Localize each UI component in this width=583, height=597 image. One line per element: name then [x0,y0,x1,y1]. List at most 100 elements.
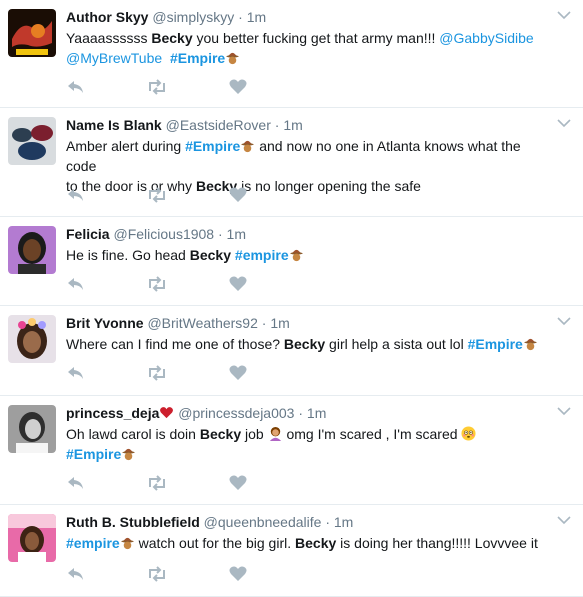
chevron-down-icon[interactable] [557,316,571,326]
avatar[interactable] [8,315,56,363]
timestamp[interactable]: 1m [270,315,289,331]
user-handle[interactable]: @BritWeathers92 [147,315,257,331]
like-icon[interactable] [228,78,248,96]
timestamp[interactable]: 1m [307,405,326,421]
text-segment: is no longer opening the safe [237,178,421,194]
mention-link[interactable]: @GabbySidibe [439,30,533,46]
display-name[interactable]: Ruth B. Stubblefield [66,514,200,530]
tweet-text: Where can I find me one of those? Becky … [66,334,553,354]
tweet-header: Author Skyy @simplyskyy · 1m [66,8,553,26]
tweet[interactable]: Felicia @Felicious1908 · 1m He is fine. … [0,217,583,306]
user-handle[interactable]: @EastsideRover [166,117,271,133]
cowboy-emoji-icon [289,249,303,262]
retweet-icon[interactable] [146,474,166,492]
tweet[interactable]: Brit Yvonne @BritWeathers92 · 1m Where c… [0,306,583,396]
tweet-text: Yaaaassssss Becky you better fucking get… [66,28,553,68]
like-icon[interactable] [228,474,248,492]
tweet-text: He is fine. Go head Becky #empire [66,245,553,265]
mention-link[interactable]: @MyBrewTube [66,50,162,66]
hashtag-link[interactable]: #Empire [170,50,225,66]
chevron-down-icon[interactable] [557,118,571,128]
timestamp[interactable]: 1m [334,514,353,530]
text-segment: He is fine. Go head [66,247,190,263]
retweet-icon[interactable] [146,186,166,204]
chevron-down-icon[interactable] [557,406,571,416]
hashtag-link[interactable]: #empire [66,535,120,551]
tweet-text: Amber alert during #Empire and now no on… [66,136,553,196]
highlighted-term: Becky [199,426,242,442]
separator-dot: · [238,9,243,25]
cowboy-emoji-icon [226,52,240,65]
hashtag-link[interactable]: #Empire [66,446,121,462]
chevron-down-icon[interactable] [557,10,571,20]
tweet-feed: Author Skyy @simplyskyy · 1m Yaaaassssss… [0,0,583,597]
tweet-header: Name Is Blank @EastsideRover · 1m [66,116,553,134]
highlighted-term: Becky [189,247,232,263]
tweet-header: Felicia @Felicious1908 · 1m [66,225,553,243]
avatar[interactable] [8,226,56,274]
retweet-icon[interactable] [146,275,166,293]
hashtag-link[interactable]: #empire [235,247,289,263]
display-name[interactable]: Author Skyy [66,9,148,25]
tweet[interactable]: Name Is Blank @EastsideRover · 1m Amber … [0,108,583,217]
avatar[interactable] [8,117,56,165]
highlighted-term: Becky [151,30,193,46]
tweet[interactable]: Ruth B. Stubblefield @queenbneedalife · … [0,505,583,597]
retweet-icon[interactable] [146,565,166,583]
cowboy-emoji-icon [120,537,134,550]
avatar[interactable] [8,405,56,453]
text-segment: Amber alert during [66,138,186,154]
reply-icon[interactable] [66,78,86,96]
avatar[interactable] [8,514,56,562]
flushed-face-emoji-icon [461,426,476,441]
text-segment: you better fucking get that army man!!! [192,30,440,46]
chevron-down-icon[interactable] [557,515,571,525]
reply-icon[interactable] [66,565,86,583]
hashtag-link[interactable]: #Empire [468,336,523,352]
tweet[interactable]: Author Skyy @simplyskyy · 1m Yaaaassssss… [0,0,583,108]
text-segment: job [241,426,268,442]
reply-icon[interactable] [66,275,86,293]
reply-icon[interactable] [66,474,86,492]
timestamp[interactable]: 1m [227,226,246,242]
text-segment: Where can I find me one of those? [66,336,284,352]
reply-icon[interactable] [66,364,86,382]
separator-dot: · [217,226,223,242]
avatar[interactable] [8,9,56,57]
like-icon[interactable] [228,364,248,382]
timestamp[interactable]: 1m [283,117,302,133]
separator-dot: · [261,315,267,331]
highlighted-term: Becky [295,535,337,551]
hashtag-link[interactable]: #Empire [185,138,240,154]
like-icon[interactable] [228,565,248,583]
tweet[interactable]: princess_deja @princessdeja003 · 1m Oh l… [0,396,583,505]
cowboy-emoji-icon [122,448,136,461]
like-icon[interactable] [228,275,248,293]
text-segment: girl help a sista out lol [325,336,468,352]
text-segment: is doing her thang!!!!! Lovvvee it [336,535,538,551]
user-handle[interactable]: @princessdeja003 [178,405,294,421]
retweet-icon[interactable] [146,78,166,96]
separator-dot: · [274,117,280,133]
tweet-text: Oh lawd carol is doin Becky job omg I'm … [66,424,553,464]
highlighted-term: Becky [283,336,326,352]
reply-icon[interactable] [66,186,86,204]
display-name[interactable]: Felicia [66,226,110,242]
timestamp[interactable]: 1m [247,9,266,25]
retweet-icon[interactable] [146,364,166,382]
like-icon[interactable] [228,186,248,204]
separator-dot: · [298,405,304,421]
tweet-text: #empire watch out for the big girl. Beck… [66,533,553,553]
text-segment: watch out for the big girl. [134,535,296,551]
display-name[interactable]: Brit Yvonne [66,315,144,331]
display-name[interactable]: Name Is Blank [66,117,162,133]
user-handle[interactable]: @Felicious1908 [113,226,214,242]
user-handle[interactable]: @queenbneedalife [204,514,322,530]
tweet-header: princess_deja @princessdeja003 · 1m [66,404,553,422]
display-name[interactable]: princess_deja [66,405,159,421]
user-handle[interactable]: @simplyskyy [152,9,234,25]
cowboy-emoji-icon [241,140,255,153]
tweet-header: Brit Yvonne @BritWeathers92 · 1m [66,314,553,332]
separator-dot: · [325,514,330,530]
heart-emoji-icon [160,407,174,419]
